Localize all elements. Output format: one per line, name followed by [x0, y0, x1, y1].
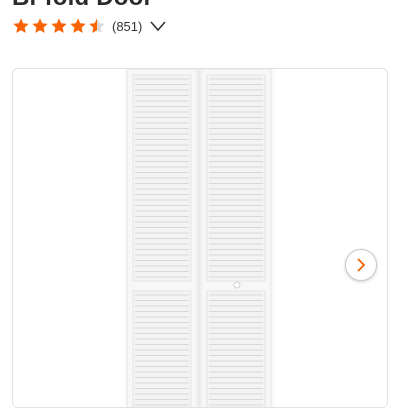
- product-title: Bi-fold Door: [12, 0, 153, 12]
- star-icon: [13, 18, 29, 33]
- star-half-icon: [89, 18, 105, 33]
- review-count[interactable]: (851): [112, 19, 142, 34]
- next-image-button[interactable]: [345, 249, 377, 281]
- star-rating: [12, 17, 106, 35]
- star-icon: [51, 18, 67, 33]
- star-icon: [32, 18, 48, 33]
- product-image: [125, 69, 275, 407]
- product-image-gallery[interactable]: [12, 68, 388, 408]
- star-icon: [70, 18, 86, 33]
- chevron-down-icon[interactable]: [150, 20, 166, 32]
- rating-summary[interactable]: (851): [12, 15, 166, 37]
- bifold-door-image: [125, 69, 275, 407]
- chevron-right-icon: [357, 258, 366, 272]
